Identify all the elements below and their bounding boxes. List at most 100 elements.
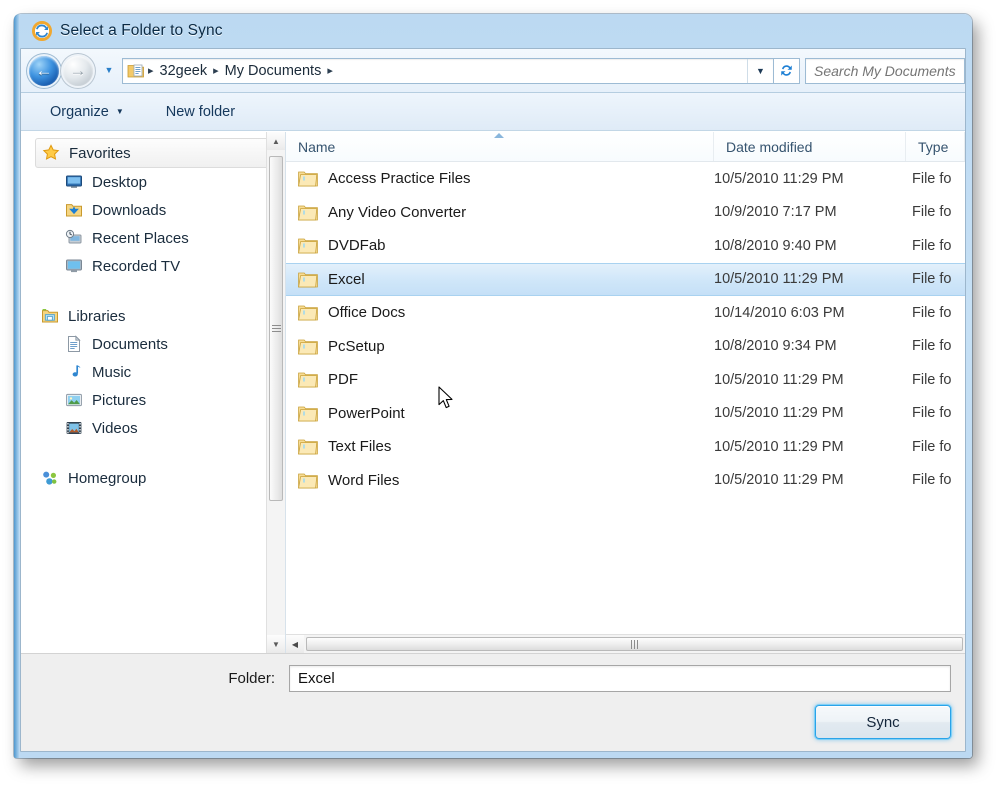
breadcrumb-separator[interactable]: ▸	[212, 64, 220, 77]
scroll-up-button[interactable]: ▲	[267, 132, 285, 150]
scroll-down-button[interactable]: ▼	[267, 635, 285, 653]
scrollbar-thumb[interactable]	[306, 637, 963, 651]
command-toolbar: Organize ▼ New folder	[21, 93, 965, 131]
organize-button[interactable]: Organize ▼	[39, 99, 135, 125]
table-row[interactable]: Word Files 10/5/2010 11:29 PM File fo	[286, 464, 965, 498]
chevron-down-icon: ▼	[104, 65, 114, 75]
refresh-button[interactable]	[774, 57, 800, 84]
type-cell: File fo	[912, 271, 952, 288]
column-header-type[interactable]: Type	[906, 132, 965, 161]
date-modified-cell: 10/5/2010 11:29 PM	[714, 271, 844, 288]
navpane-item-music[interactable]: Music	[21, 358, 285, 386]
navpane-item-pictures[interactable]: Pictures	[21, 386, 285, 414]
back-button[interactable]: ←	[29, 55, 59, 86]
table-row[interactable]: Office Docs 10/14/2010 6:03 PM File fo	[286, 296, 965, 330]
date-modified-cell: 10/5/2010 11:29 PM	[714, 170, 844, 187]
column-header-name[interactable]: Name	[286, 132, 714, 161]
mouse-cursor	[438, 386, 453, 409]
file-list-horizontal-scrollbar[interactable]: ◀	[286, 634, 965, 653]
folder-icon	[298, 205, 318, 221]
type-cell: File fo	[912, 204, 952, 221]
file-name-cell: PDF	[286, 371, 714, 388]
navpane-group-libraries[interactable]: Libraries	[21, 302, 285, 330]
recent-pages-button[interactable]: ▼	[100, 66, 118, 75]
video-filmstrip-icon	[66, 422, 82, 434]
file-name-label: PowerPoint	[328, 404, 405, 422]
navpane-item-recorded-tv[interactable]: Recorded TV	[21, 252, 285, 280]
navpane-group-favorites[interactable]: Favorites	[35, 138, 279, 168]
table-row[interactable]: PowerPoint 10/5/2010 11:29 PM File fo	[286, 397, 965, 431]
folder-icon	[298, 473, 318, 489]
date-modified-cell: 10/5/2010 11:29 PM	[714, 405, 844, 422]
navpane-group-homegroup[interactable]: Homegroup	[21, 464, 285, 492]
table-row[interactable]: PcSetup 10/8/2010 9:34 PM File fo	[286, 330, 965, 364]
organize-label: Organize	[50, 103, 109, 120]
scroll-left-button[interactable]: ◀	[286, 635, 304, 653]
navpane-group-label: Homegroup	[68, 469, 147, 487]
recent-places-icon	[65, 229, 82, 244]
folder-icon	[298, 372, 318, 388]
column-header-date-modified[interactable]: Date modified	[714, 132, 906, 161]
back-arrow-icon: ←	[35, 61, 53, 80]
navpane-item-label: Pictures	[92, 391, 147, 409]
navpane-item-label: Recent Places	[92, 229, 189, 247]
type-cell: File fo	[912, 304, 952, 321]
table-row[interactable]: Access Practice Files 10/5/2010 11:29 PM F…	[286, 162, 965, 196]
sync-button[interactable]: Sync	[815, 705, 951, 739]
date-modified-cell: 10/5/2010 11:29 PM	[714, 438, 844, 455]
new-folder-label: New folder	[165, 103, 236, 120]
navpane-item-recent-places[interactable]: Recent Places	[21, 224, 285, 252]
document-icon	[68, 335, 81, 352]
previous-locations-button[interactable]: ▼	[747, 58, 773, 83]
navpane-item-desktop[interactable]: Desktop	[21, 168, 285, 196]
search-box[interactable]	[805, 57, 965, 84]
file-name-cell: Office Docs	[286, 304, 714, 321]
navpane-item-downloads[interactable]: Downloads	[21, 196, 285, 224]
folder-icon	[298, 305, 318, 321]
file-name-label: DVDFab	[328, 237, 386, 255]
new-folder-button[interactable]: New folder	[155, 99, 246, 125]
table-row[interactable]: PDF 10/5/2010 11:29 PM File fo	[286, 363, 965, 397]
file-name-cell: Word Files	[286, 472, 714, 489]
breadcrumb-separator[interactable]: ▸	[326, 64, 334, 77]
search-input[interactable]	[814, 62, 964, 79]
title-bar[interactable]: Select a Folder to Sync	[20, 14, 966, 48]
file-name-cell: PcSetup	[286, 338, 714, 355]
column-label: Date modified	[726, 138, 813, 155]
folder-icon	[298, 238, 318, 254]
navpane-item-label: Recorded TV	[92, 257, 181, 275]
table-row[interactable]: DVDFab 10/8/2010 9:40 PM File fo	[286, 229, 965, 263]
type-cell: File fo	[912, 371, 952, 388]
sort-ascending-icon	[494, 133, 504, 138]
breadcrumb-item-32geek[interactable]: 32geek	[155, 61, 213, 81]
star-icon	[42, 144, 60, 160]
address-bar[interactable]: ▸ 32geek ▸ My Documents ▸ ▼	[122, 57, 774, 84]
breadcrumb-item-my-documents[interactable]: My Documents	[220, 61, 327, 81]
navpane-item-documents[interactable]: Documents	[21, 330, 285, 358]
file-name-cell: Excel	[286, 271, 714, 288]
chevron-down-icon: ▼	[115, 107, 124, 116]
breadcrumb-separator[interactable]: ▸	[147, 64, 155, 77]
music-note-icon	[72, 365, 81, 377]
navpane-item-label: Videos	[92, 419, 138, 437]
recorded-tv-icon	[66, 259, 82, 273]
table-row[interactable]: Excel 10/5/2010 11:29 PM File fo	[286, 262, 965, 296]
navpane-scrollbar[interactable]: ▲ ▼	[266, 132, 285, 653]
table-row[interactable]: Any Video Converter 10/9/2010 7:17 PM File…	[286, 196, 965, 230]
folder-field-row: Folder: Excel	[21, 654, 965, 702]
navpane-spacer	[21, 280, 285, 302]
chevron-down-icon: ▼	[756, 65, 765, 76]
forward-arrow-icon: →	[69, 61, 87, 80]
dialog-button-row: Sync	[21, 702, 965, 739]
downloads-folder-icon	[66, 204, 82, 217]
file-name-label: Word Files	[328, 471, 400, 489]
forward-button[interactable]: →	[63, 55, 93, 86]
navigation-pane: Favorites Desktop Downloads Recent Place…	[21, 132, 286, 653]
scrollbar-track[interactable]	[304, 635, 965, 653]
navpane-spacer	[21, 442, 285, 464]
folder-input[interactable]: Excel	[289, 664, 951, 692]
table-row[interactable]: Text Files 10/5/2010 11:29 PM File fo	[286, 430, 965, 464]
scrollbar-thumb[interactable]	[269, 156, 283, 501]
folder-label: Folder:	[228, 669, 275, 687]
navpane-item-videos[interactable]: Videos	[21, 414, 285, 442]
